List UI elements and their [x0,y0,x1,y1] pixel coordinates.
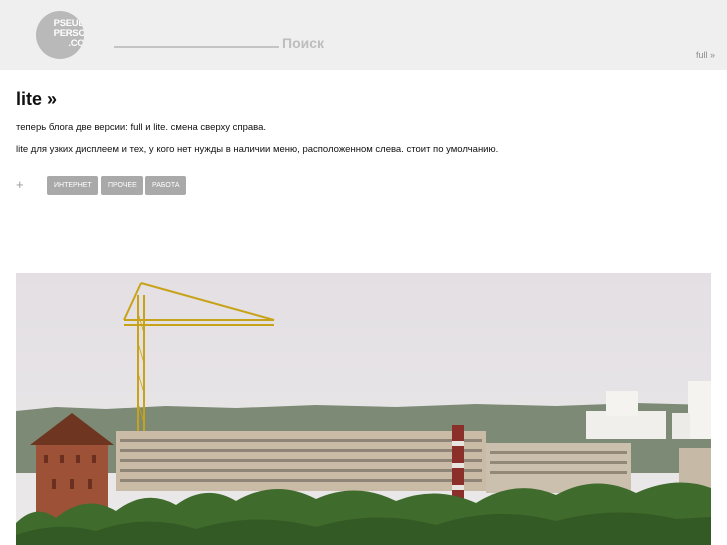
post-paragraph-1: теперь блога две версии: full и lite. см… [16,122,267,133]
post-photo [16,273,711,545]
search-input[interactable] [280,33,424,53]
full-version-link[interactable]: full » [696,50,715,60]
city-skyline-photo [16,273,711,545]
site-logo[interactable]: PSEUDO PERSON .COM [36,11,84,59]
logo-text: PSEUDO PERSON .COM [36,19,84,49]
site-header: PSEUDO PERSON .COM full » [0,0,727,70]
post-paragraph-2: lite для узких дисплеем и тех, у кого не… [16,144,499,155]
search-underline [114,46,279,48]
tag-work[interactable]: РАБОТА [145,176,186,195]
plus-icon[interactable]: + [16,178,24,191]
blog-post: lite » теперь блога две версии: full и l… [16,88,711,195]
tag-internet[interactable]: ИНТЕРНЕТ [47,176,98,195]
tag-other[interactable]: ПРОЧЕЕ [101,176,143,195]
logo-line-3: .COM [68,38,84,49]
post-title[interactable]: lite » [16,88,711,110]
